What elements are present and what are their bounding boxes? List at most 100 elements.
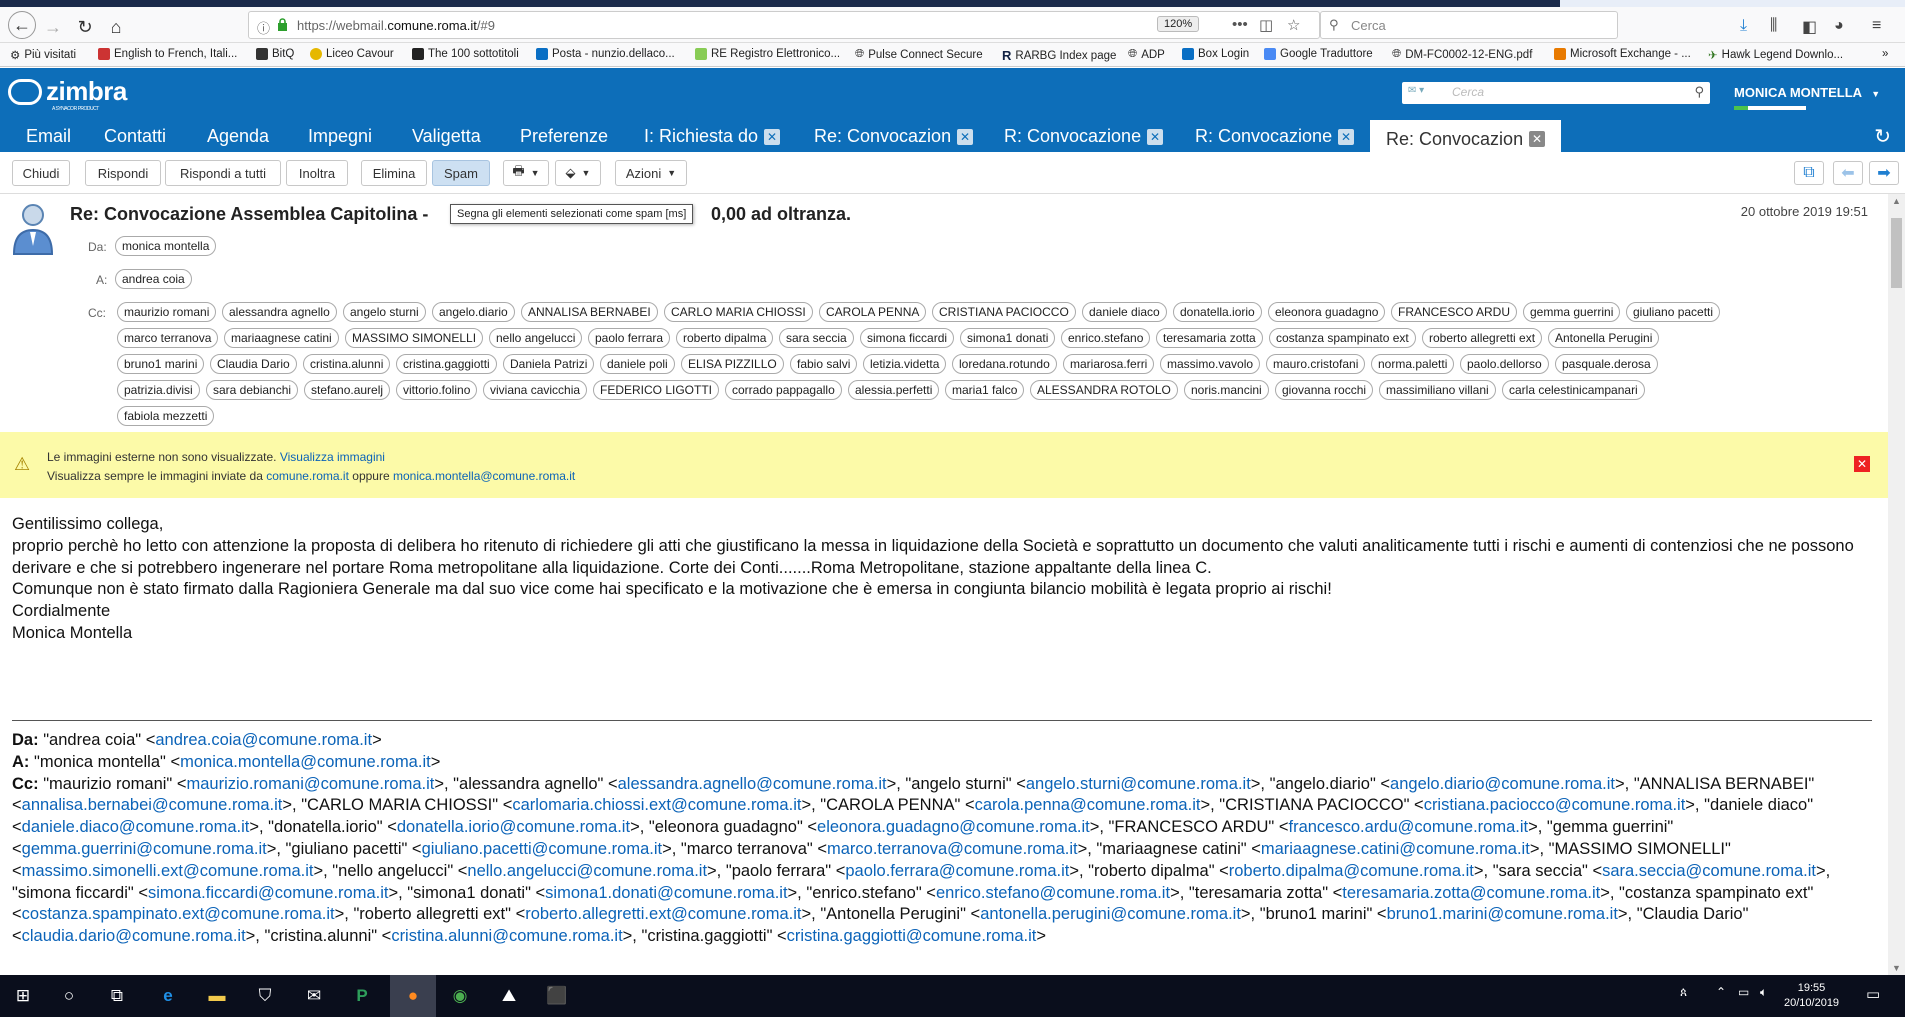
email-link[interactable]: simona1.donati@comune.roma.it	[545, 884, 787, 902]
cc-chip[interactable]: simona ficcardi	[860, 328, 955, 348]
email-link[interactable]: sara.seccia@comune.roma.it	[1602, 862, 1816, 880]
email-link[interactable]: maurizio.romani@comune.roma.it	[187, 775, 435, 793]
cc-chip[interactable]: marco terranova	[117, 328, 219, 348]
project-icon[interactable]: P	[349, 983, 375, 1009]
email-link[interactable]: antonella.perugini@comune.roma.it	[980, 905, 1241, 923]
cc-chip[interactable]: daniele diaco	[1082, 302, 1167, 322]
cc-chip[interactable]: sara debianchi	[206, 380, 299, 400]
cc-chip[interactable]: noris.mancini	[1184, 380, 1269, 400]
notifications-icon[interactable]: ▭	[1866, 985, 1880, 1003]
email-link[interactable]: marco.terranova@comune.roma.it	[827, 840, 1078, 858]
email-link[interactable]: alessandra.agnello@comune.roma.it	[618, 775, 887, 793]
cc-chip[interactable]: fabio salvi	[790, 354, 858, 374]
cc-chip[interactable]: maria1 falco	[945, 380, 1025, 400]
cc-chip[interactable]: mauro.cristofani	[1266, 354, 1366, 374]
cc-chip[interactable]: pasquale.derosa	[1555, 354, 1658, 374]
email-link[interactable]: carlomaria.chiossi.ext@comune.roma.it	[512, 796, 801, 814]
cc-chip[interactable]: carla celestinicampanari	[1502, 380, 1645, 400]
mail-icon[interactable]: ✉	[301, 983, 327, 1009]
email-link[interactable]: gemma.guerrini@comune.roma.it	[22, 840, 267, 858]
cc-chip[interactable]: roberto allegretti ext	[1422, 328, 1543, 348]
file-explorer-icon[interactable]: ▬	[204, 983, 230, 1009]
cc-chip[interactable]: massimiliano villani	[1379, 380, 1496, 400]
cc-chip[interactable]: ALESSANDRA ROTOLO	[1030, 380, 1178, 400]
email-link[interactable]: angelo.sturni@comune.roma.it	[1026, 775, 1251, 793]
forward-button[interactable]: Inoltra	[286, 160, 348, 186]
network-icon[interactable]: ▭	[1738, 985, 1749, 999]
email-link[interactable]: teresamaria.zotta@comune.roma.it	[1342, 884, 1600, 902]
cc-chip[interactable]: bruno1 marini	[117, 354, 205, 374]
cc-chip[interactable]: alessia.perfetti	[848, 380, 940, 400]
cc-chip[interactable]: angelo.diario	[432, 302, 515, 322]
tab-valigetta[interactable]: Valigetta	[412, 126, 481, 147]
bookmark-item[interactable]: Liceo Cavour	[310, 48, 394, 60]
cc-chip[interactable]: paolo ferrara	[588, 328, 671, 348]
bookmark-item[interactable]: Google Traduttore	[1264, 48, 1373, 60]
reply-button[interactable]: Rispondi	[85, 160, 161, 186]
vertical-scrollbar[interactable]: ▲ ▼	[1888, 194, 1905, 975]
email-link[interactable]: costanza.spampinato.ext@comune.roma.it	[22, 905, 335, 923]
new-window-icon[interactable]: ⧉	[1794, 161, 1824, 185]
acrobat-icon[interactable]: ⬛	[544, 983, 570, 1009]
task-view-icon[interactable]: ⧉	[104, 983, 130, 1009]
cc-chip[interactable]: costanza spampinato ext	[1269, 328, 1416, 348]
email-link[interactable]: donatella.iorio@comune.roma.it	[397, 818, 630, 836]
cc-chip[interactable]: daniele poli	[600, 354, 675, 374]
print-button[interactable]: 🖶︎ ▼	[503, 160, 549, 186]
download-icon[interactable]: ⤓	[1740, 17, 1747, 35]
bookmark-item[interactable]: RE Registro Elettronico...	[695, 48, 840, 60]
tab-message[interactable]: R: Convocazione ✕	[1195, 126, 1355, 147]
always-show-sender-link[interactable]: monica.montella@comune.roma.it	[393, 469, 575, 483]
reply-all-button[interactable]: Rispondi a tutti	[165, 160, 281, 186]
reload-button[interactable]: ↻	[72, 14, 98, 40]
cc-chip[interactable]: MASSIMO SIMONELLI	[345, 328, 484, 348]
pocket-icon[interactable]: ◫	[1259, 16, 1273, 34]
forward-button[interactable]: →	[40, 14, 66, 40]
tab-agenda[interactable]: Agenda	[207, 126, 269, 147]
cc-chip[interactable]: giuliano pacetti	[1626, 302, 1721, 322]
to-chip[interactable]: andrea coia	[115, 269, 192, 289]
next-message-icon[interactable]: ➡	[1869, 161, 1899, 185]
close-icon[interactable]: ✕	[1854, 456, 1870, 472]
cc-chip[interactable]: Antonella Perugini	[1548, 328, 1660, 348]
email-link[interactable]: cristina.gaggiotti@comune.roma.it	[787, 927, 1037, 945]
bookmark-item[interactable]: 🌐︎ ADP	[1128, 48, 1165, 61]
tab-message[interactable]: Re: Convocazion ✕	[814, 126, 974, 147]
cc-chip[interactable]: Claudia Dario	[210, 354, 297, 374]
tab-message[interactable]: I: Richiesta do ✕	[644, 126, 781, 147]
close-icon[interactable]: ✕	[957, 128, 974, 145]
bookmark-item[interactable]: Box Login	[1182, 48, 1249, 60]
email-link[interactable]: daniele.diaco@comune.roma.it	[22, 818, 250, 836]
email-link[interactable]: nello.angelucci@comune.roma.it	[467, 862, 707, 880]
email-link[interactable]: roberto.dipalma@comune.roma.it	[1229, 862, 1474, 880]
bookmark-item[interactable]: BitQ	[256, 48, 294, 60]
refresh-icon[interactable]: ↻	[1874, 124, 1891, 149]
more-bookmarks-icon[interactable]: »	[1882, 48, 1888, 60]
email-link[interactable]: mariaagnese.catini@comune.roma.it	[1261, 840, 1530, 858]
email-link[interactable]: annalisa.bernabei@comune.roma.it	[22, 796, 283, 814]
email-link[interactable]: giuliano.pacetti@comune.roma.it	[422, 840, 663, 858]
tab-message-active[interactable]: Re: Convocazion ✕	[1370, 120, 1562, 152]
bookmark-item[interactable]: 🌐︎ DM-FC0002-12-ENG.pdf	[1392, 48, 1532, 61]
email-link[interactable]: roberto.allegretti.ext@comune.roma.it	[525, 905, 801, 923]
cc-chip[interactable]: sara seccia	[779, 328, 854, 348]
cc-chip[interactable]: enrico.stefano	[1061, 328, 1151, 348]
close-icon[interactable]: ✕	[1338, 128, 1355, 145]
home-button[interactable]: ⌂	[103, 14, 129, 40]
email-link[interactable]: claudia.dario@comune.roma.it	[22, 927, 246, 945]
cc-chip[interactable]: norma.paletti	[1371, 354, 1455, 374]
cc-chip[interactable]: massimo.vavolo	[1160, 354, 1261, 374]
cc-chip[interactable]: angelo sturni	[343, 302, 426, 322]
cc-chip[interactable]: patrizia.divisi	[117, 380, 200, 400]
menu-icon[interactable]: ≡	[1872, 17, 1881, 35]
email-link[interactable]: carola.penna@comune.roma.it	[975, 796, 1201, 814]
tab-email[interactable]: Email	[26, 126, 71, 147]
cc-chip[interactable]: ANNALISA BERNABEI	[521, 302, 658, 322]
previous-message-icon[interactable]: ⬅	[1833, 161, 1863, 185]
email-link[interactable]: enrico.stefano@comune.roma.it	[936, 884, 1170, 902]
cc-chip[interactable]: CRISTIANA PACIOCCO	[932, 302, 1076, 322]
bookmark-star-icon[interactable]: ☆	[1287, 16, 1300, 34]
cc-chip[interactable]: vittorio.folino	[396, 380, 478, 400]
email-link[interactable]: angelo.diario@comune.roma.it	[1390, 775, 1615, 793]
bookmark-item[interactable]: The 100 sottotitoli	[412, 48, 519, 60]
